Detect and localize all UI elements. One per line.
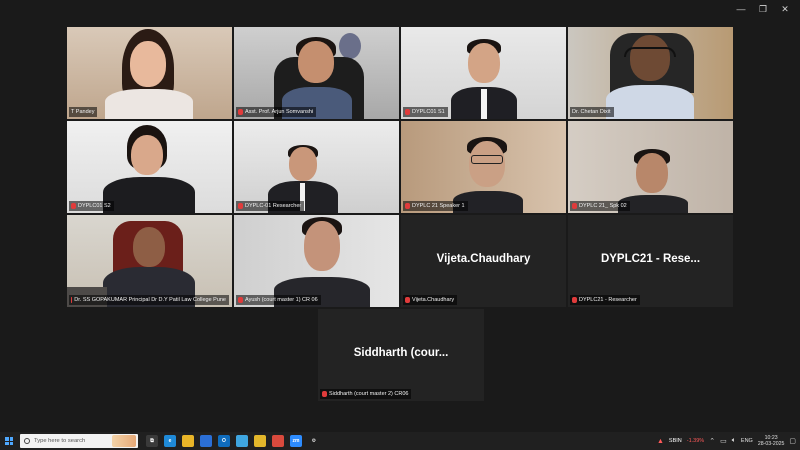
chevron-up-icon[interactable]: ⌃ (709, 437, 715, 445)
search-icon (24, 438, 30, 444)
restore-button[interactable]: ❐ (754, 2, 772, 16)
zoom-icon[interactable]: zm (290, 435, 302, 447)
participant-name-tag: DYPLC 21_ Spk 02 (570, 201, 630, 211)
video-tile-t-pandey[interactable]: T Pandey (67, 27, 232, 119)
participant-name-tag: Dr. Chetan Dixit (570, 107, 614, 117)
name-tile-siddharth[interactable]: Siddharth (cour... Siddharth (court mast… (318, 309, 484, 401)
mic-muted-icon (238, 109, 243, 115)
mic-muted-icon (238, 297, 243, 303)
participant-name-tag: Ayush (court master 1) CR 06 (236, 295, 321, 305)
participant-name-tag: DYPLC21 - Researcher (570, 295, 640, 305)
participant-display-name: Siddharth (cour... (353, 347, 449, 359)
search-placeholder: Type here to search (34, 438, 86, 444)
store-icon[interactable] (200, 435, 212, 447)
participant-name-tag: Siddharth (court master 2) CR06 (320, 389, 412, 399)
participant-name-tag: Vijeta.Chaudhary (403, 295, 458, 305)
taskbar-search-box[interactable]: Type here to search (20, 434, 138, 448)
clock[interactable]: 10:23 28-03-2025 (758, 435, 785, 448)
close-button[interactable]: ✕ (776, 2, 794, 16)
network-icon[interactable]: ▭ (720, 437, 727, 445)
clock-date: 28-03-2025 (757, 441, 785, 447)
mic-muted-icon (322, 391, 327, 397)
video-tile-arjun-somvanshi[interactable]: Asst. Prof. Arjun Somvanshi (234, 27, 399, 119)
chrome-2-icon[interactable] (272, 435, 284, 447)
teams-alt-icon[interactable] (236, 435, 248, 447)
language-indicator[interactable]: ENG (741, 438, 753, 444)
video-tile-dyplc-01-researcher[interactable]: DYPLC-01 Researcher (234, 121, 399, 213)
file-explorer-icon[interactable] (182, 435, 194, 447)
name-tile-vijeta-chaudhary[interactable]: Vijeta.Chaudhary Vijeta.Chaudhary (401, 215, 566, 307)
headset-icon (624, 47, 676, 57)
edge-icon[interactable]: e (164, 435, 176, 447)
participant-display-name: DYPLC21 - Rese... (600, 253, 701, 265)
task-view-icon[interactable]: ⧉ (146, 435, 158, 447)
mic-muted-icon (405, 109, 410, 115)
minimize-button[interactable]: — (732, 2, 750, 16)
video-tile-dyplc01-s1[interactable]: DYPLC01 S1 (401, 27, 566, 119)
taskbar-apps: ⧉ e Ozm ⚙ (146, 435, 320, 447)
notifications-icon[interactable]: ▢ (789, 437, 796, 445)
video-tile-dyplc-21-spk-02[interactable]: DYPLC 21_ Spk 02 (568, 121, 733, 213)
video-tile-dyplc-21-speaker-1[interactable]: DYPLC 21 Speaker 1 (401, 121, 566, 213)
participant-name-tag: T Pandey (69, 107, 98, 117)
participant-name-tag: DYPLC 21 Speaker 1 (403, 201, 468, 211)
volume-icon[interactable]: 🔈︎ (732, 437, 736, 445)
windows-logo-icon (5, 437, 13, 445)
start-button[interactable] (0, 432, 18, 450)
video-tile-ss-gopakumar[interactable]: Dr. SS GOPAKUMAR Principal Dr D.Y Patil … (67, 215, 232, 307)
zoom-meeting-window: — ❐ ✕ T Pandey Asst. Prof. Arjun Somvans… (0, 0, 800, 432)
mic-muted-icon (572, 203, 577, 209)
wall-emblem (339, 33, 361, 59)
system-tray: ▲ SBIN -1.39% ⌃ ▭ 🔈︎ ENG 10:23 28-03-202… (657, 435, 800, 448)
window-controls: — ❐ ✕ (732, 2, 794, 16)
participant-name-tag: DYPLC01 S1 (403, 107, 448, 117)
mic-muted-icon (238, 203, 243, 209)
video-tile-ayush[interactable]: Ayush (court master 1) CR 06 (234, 215, 399, 307)
participant-name-tag: DYPLC-01 Researcher (236, 201, 305, 211)
name-tile-dyplc21-researcher[interactable]: DYPLC21 - Rese... DYPLC21 - Researcher (568, 215, 733, 307)
stock-chart-icon: ▲ (656, 437, 664, 445)
video-tile-chetan-dixit[interactable]: Dr. Chetan Dixit (568, 27, 733, 119)
participant-name-tag: DYPLC01 S2 (69, 201, 114, 211)
search-highlight-image (112, 435, 136, 447)
stock-change: -1.39% (686, 438, 705, 444)
outlook-icon[interactable]: O (218, 435, 230, 447)
mic-muted-icon (572, 297, 577, 303)
settings-icon[interactable]: ⚙ (308, 435, 320, 447)
windows-taskbar: Type here to search ⧉ e Ozm ⚙ ▲ SBIN -1.39%… (0, 432, 800, 450)
glasses-icon (471, 155, 503, 164)
mic-muted-icon (71, 203, 76, 209)
video-tile-dyplc01-s2[interactable]: DYPLC01 S2 (67, 121, 232, 213)
participant-display-name: Vijeta.Chaudhary (436, 253, 531, 265)
mic-muted-icon (71, 297, 73, 303)
participant-name-tag: Asst. Prof. Arjun Somvanshi (236, 107, 317, 117)
chrome-icon[interactable] (254, 435, 266, 447)
stock-ticker[interactable]: SBIN (669, 438, 682, 444)
mic-muted-icon (405, 297, 410, 303)
mic-muted-icon (405, 203, 410, 209)
participant-name-tag: Dr. SS GOPAKUMAR Principal Dr D.Y Patil … (69, 295, 229, 305)
